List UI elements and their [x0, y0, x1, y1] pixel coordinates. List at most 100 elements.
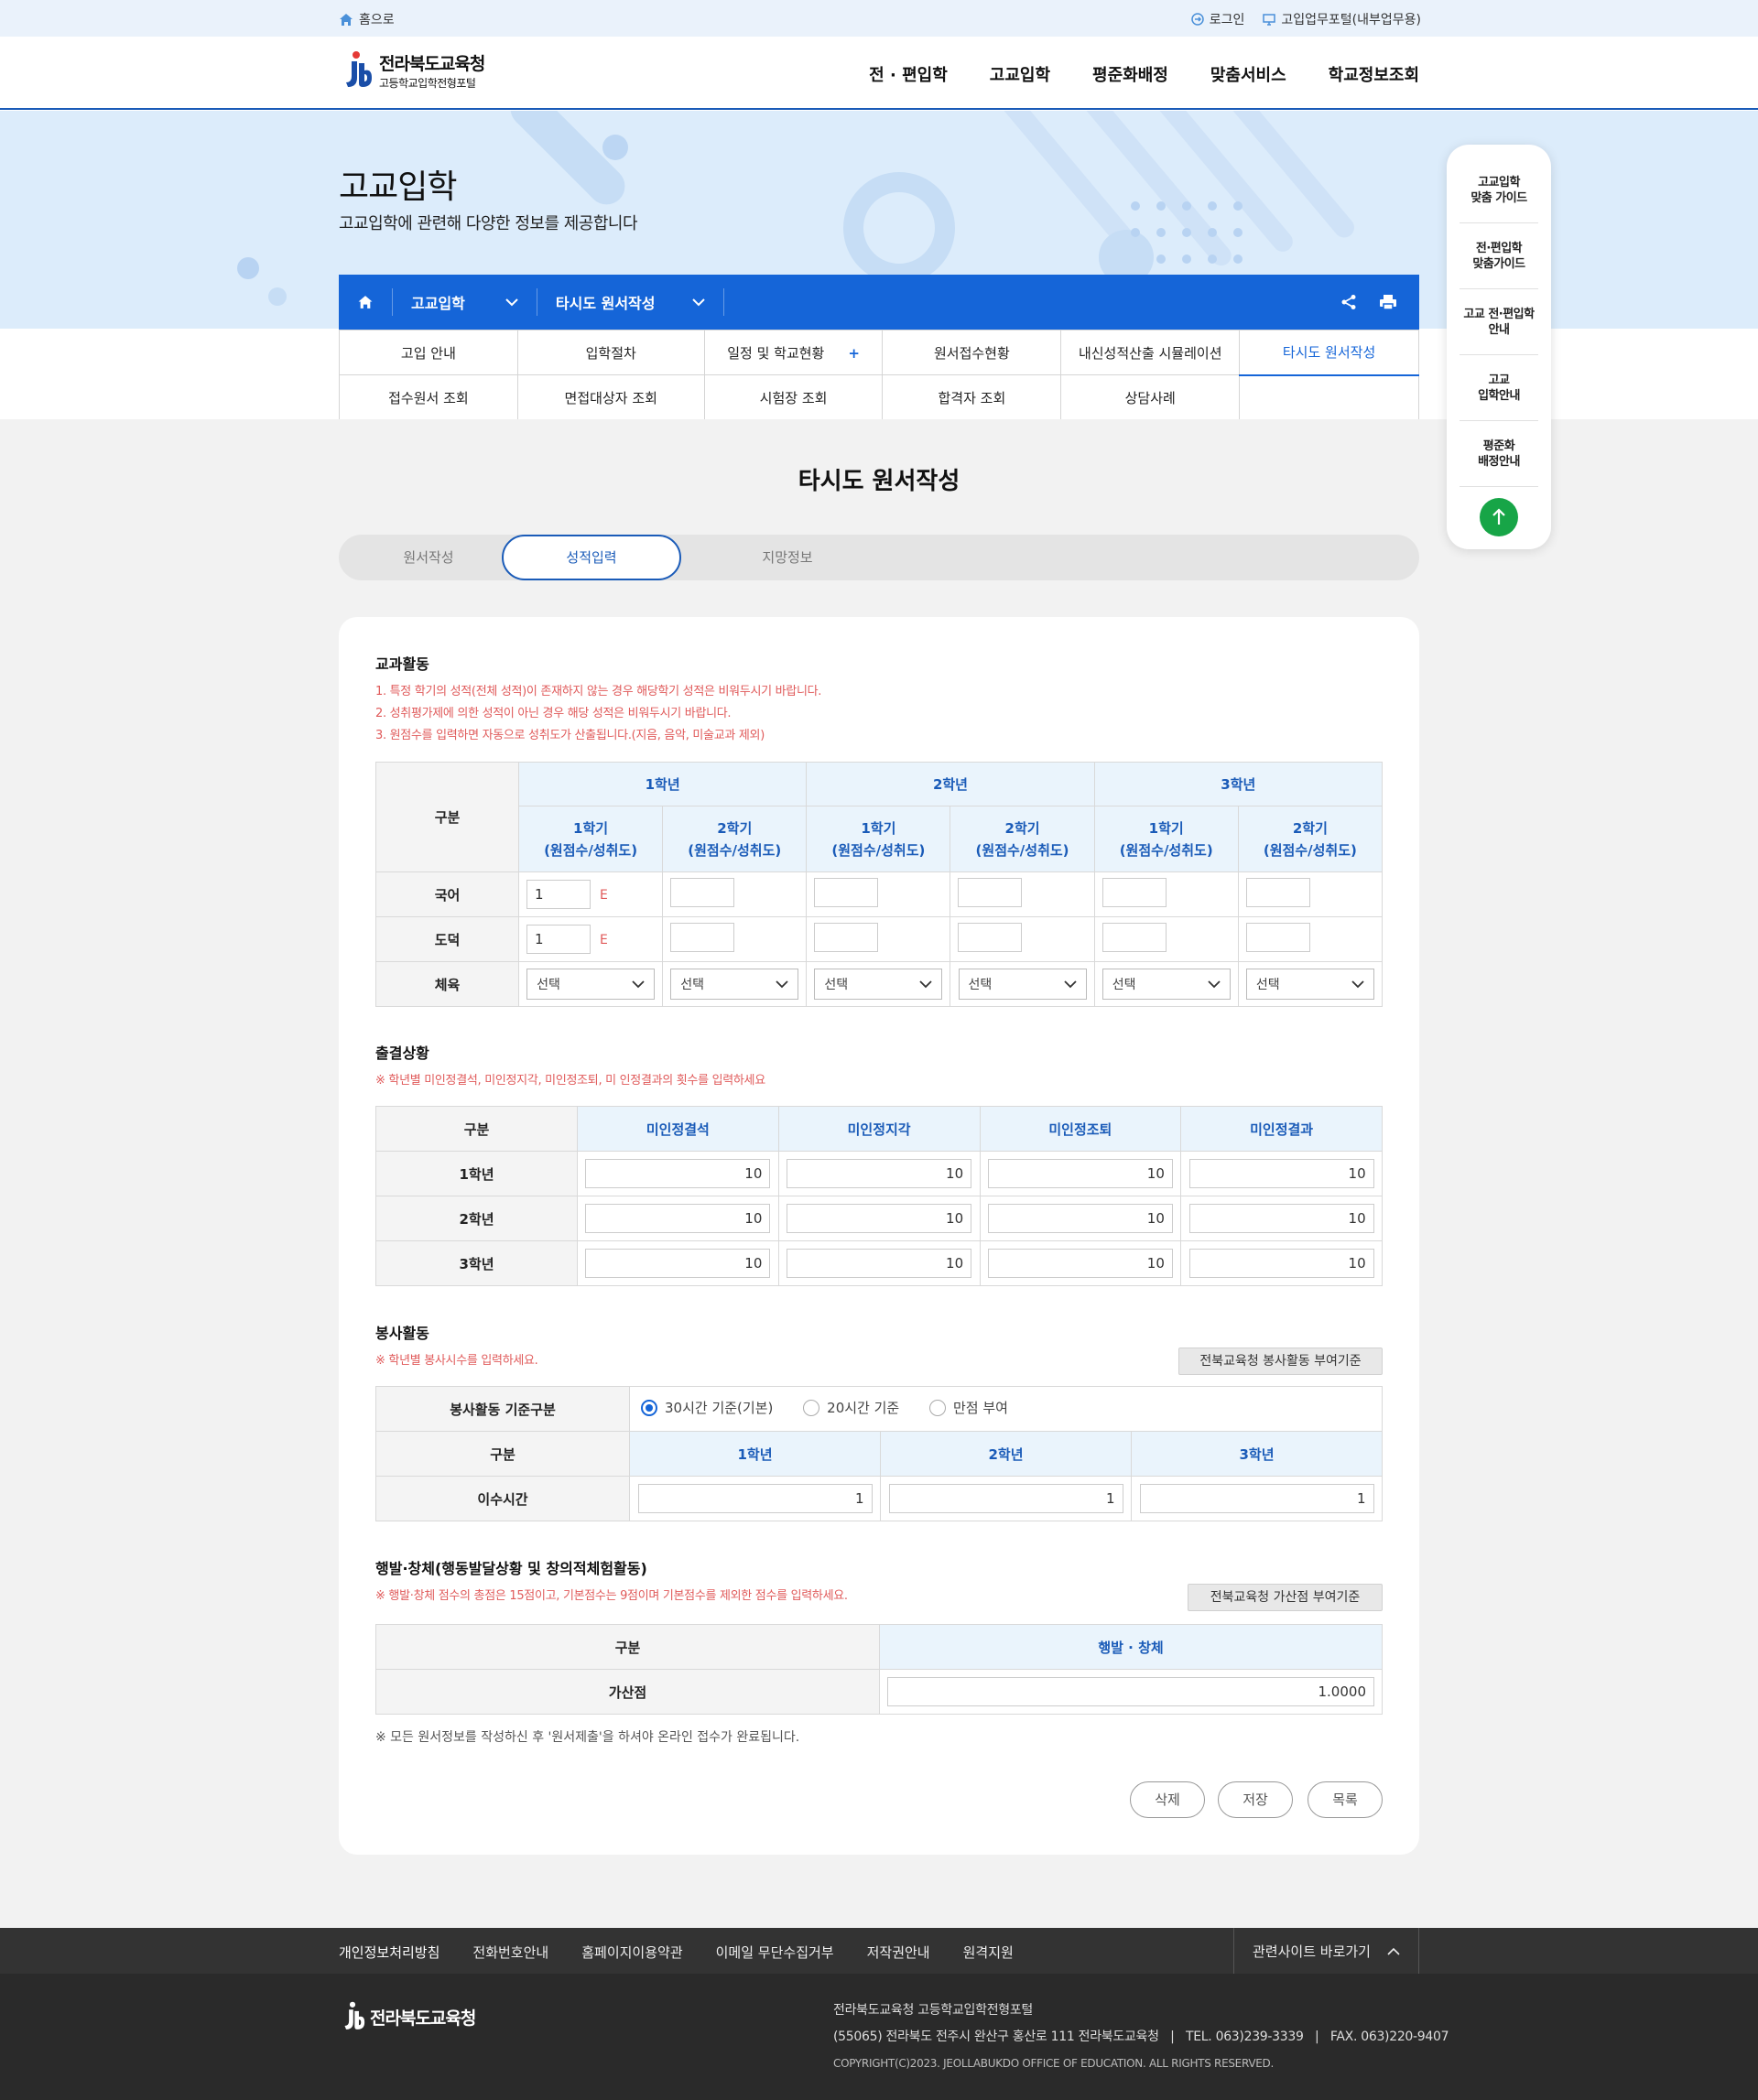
- step-grades[interactable]: 성적입력: [502, 535, 681, 580]
- location-depth2-dropdown[interactable]: 타시도 원서작성: [536, 288, 724, 316]
- radio-full-score[interactable]: 만점 부여: [929, 1398, 1008, 1417]
- gnb-item-assignment[interactable]: 평준화배정: [1092, 62, 1168, 86]
- subject-row-ethics: 도덕 1E: [375, 916, 1384, 962]
- location-depth1-dropdown[interactable]: 고교입학: [392, 288, 537, 316]
- attendance-input[interactable]: 10: [1188, 1159, 1374, 1188]
- footer-link-copyright[interactable]: 저작권안내: [867, 1943, 930, 1962]
- score-input[interactable]: [1101, 878, 1167, 907]
- achievement-select[interactable]: 선택: [670, 969, 799, 1000]
- attendance-input[interactable]: 10: [987, 1204, 1173, 1233]
- achievement-select[interactable]: 선택: [814, 969, 943, 1000]
- grade-1-header: 1학년: [517, 762, 808, 806]
- subnav-reception-status[interactable]: 원서접수현황: [882, 330, 1062, 375]
- volunteer-hours-input[interactable]: 1: [637, 1484, 873, 1513]
- bonus-score-input[interactable]: 1.0000: [887, 1677, 1374, 1706]
- score-input[interactable]: [1245, 923, 1310, 952]
- attendance-input[interactable]: 10: [787, 1204, 972, 1233]
- volunteer-hours-input[interactable]: 1: [1139, 1484, 1374, 1513]
- delete-button[interactable]: 삭제: [1130, 1781, 1205, 1818]
- attendance-col-label: 구분: [375, 1106, 578, 1152]
- related-sites-dropdown[interactable]: 관련사이트 바로가기: [1233, 1928, 1419, 1974]
- semester-header: 2학기 (원점수/성취도): [662, 806, 808, 872]
- gnb-item-admission[interactable]: 고교입학: [990, 62, 1050, 86]
- quick-transfer-info[interactable]: 고교 전·편입학 안내: [1460, 289, 1538, 355]
- radio-label: 만점 부여: [953, 1400, 1008, 1417]
- volunteer-row-label: 이수시간: [375, 1476, 630, 1521]
- volunteer-criteria-button[interactable]: 전북교육청 봉사활동 부여기준: [1178, 1348, 1383, 1375]
- subjects-note-2: 2. 성취평가제에 의한 성적이 아닌 경우 해당 성적은 비워두시기 바랍니다…: [375, 707, 732, 720]
- scroll-top-button[interactable]: [1480, 498, 1518, 536]
- volunteer-table: 봉사활동 기준구분 30시간 기준(기본) 20시간 기준 만점 부여 구분 1…: [375, 1386, 1383, 1521]
- volunteer-cell: 1: [629, 1476, 881, 1521]
- radio-unchecked-icon: [929, 1399, 946, 1416]
- portal-link[interactable]: 고입업무포털(내부업무용): [1263, 10, 1421, 28]
- subnav-guide[interactable]: 고입 안내: [339, 330, 518, 375]
- attendance-cell: 10: [1180, 1240, 1383, 1286]
- footer-link-phone[interactable]: 전화번호안내: [472, 1943, 548, 1962]
- subnav-interview-lookup[interactable]: 면접대상자 조회: [516, 374, 705, 420]
- achievement-select[interactable]: 선택: [1101, 969, 1231, 1000]
- subnav-other-province[interactable]: 타시도 원서작성: [1239, 330, 1419, 376]
- print-icon[interactable]: [1379, 294, 1397, 310]
- attendance-input[interactable]: 10: [585, 1249, 771, 1278]
- share-icon[interactable]: [1340, 294, 1357, 310]
- chevron-down-icon: [919, 980, 933, 988]
- list-button[interactable]: 목록: [1308, 1781, 1383, 1818]
- score-input[interactable]: [670, 923, 735, 952]
- subnav-procedure[interactable]: 입학절차: [516, 330, 705, 375]
- score-input[interactable]: [814, 878, 879, 907]
- attendance-header: 미인정결과: [1180, 1106, 1383, 1152]
- radio-20h[interactable]: 20시간 기준: [803, 1398, 899, 1417]
- attendance-input[interactable]: 10: [585, 1159, 771, 1188]
- achievement-select[interactable]: 선택: [958, 969, 1087, 1000]
- step-application[interactable]: 원서작성: [339, 535, 518, 580]
- footer-link-terms[interactable]: 홈페이지이용약관: [581, 1943, 682, 1962]
- select-cell: 선택: [1093, 961, 1239, 1007]
- home-link[interactable]: 홈으로: [339, 10, 395, 28]
- gnb-item-custom-service[interactable]: 맞춤서비스: [1210, 62, 1286, 86]
- site-logo[interactable]: 전라북도교육청 고등학교입학전형포털: [339, 50, 485, 91]
- subnav-exam-site-lookup[interactable]: 시험장 조회: [703, 374, 884, 420]
- quick-admission-info[interactable]: 고교 입학안내: [1460, 355, 1538, 421]
- attendance-input[interactable]: 10: [1188, 1204, 1374, 1233]
- attendance-header: 미인정조퇴: [979, 1106, 1182, 1152]
- gnb-item-school-info[interactable]: 학교정보조회: [1329, 62, 1419, 86]
- radio-30h[interactable]: 30시간 기준(기본): [641, 1398, 773, 1417]
- behavior-criteria-button[interactable]: 전북교육청 가산점 부여기준: [1188, 1584, 1383, 1611]
- subnav-simulation[interactable]: 내신성적산출 시뮬레이션: [1060, 330, 1241, 375]
- achievement-select[interactable]: 선택: [1245, 969, 1374, 1000]
- score-input[interactable]: [670, 878, 735, 907]
- quick-transfer-guide[interactable]: 전·편입학 맞춤가이드: [1460, 223, 1538, 289]
- score-input[interactable]: 1: [526, 880, 591, 909]
- footer-link-email[interactable]: 이메일 무단수집거부: [716, 1943, 834, 1962]
- subnav-result-lookup[interactable]: 합격자 조회: [882, 374, 1062, 420]
- subnav-schedule[interactable]: 일정 및 학교현황 +: [703, 330, 884, 375]
- achievement-select[interactable]: 선택: [526, 969, 656, 1000]
- attendance-input[interactable]: 10: [787, 1249, 972, 1278]
- score-input[interactable]: [1101, 923, 1167, 952]
- step-preference[interactable]: 지망정보: [698, 535, 877, 580]
- score-input[interactable]: 1: [526, 925, 591, 954]
- attendance-input[interactable]: 10: [787, 1159, 972, 1188]
- attendance-input[interactable]: 10: [1188, 1249, 1374, 1278]
- quick-assignment-info[interactable]: 평준화 배정안내: [1460, 421, 1538, 487]
- attendance-input[interactable]: 10: [987, 1159, 1173, 1188]
- score-input[interactable]: [1245, 878, 1310, 907]
- footer-link-privacy[interactable]: 개인정보처리방침: [339, 1943, 440, 1962]
- gnb-item-transfer[interactable]: 전 · 편입학: [869, 62, 948, 86]
- attendance-input[interactable]: 10: [987, 1249, 1173, 1278]
- location-home-button[interactable]: [339, 295, 392, 309]
- volunteer-hours-input[interactable]: 1: [888, 1484, 1123, 1513]
- score-input[interactable]: [958, 923, 1023, 952]
- login-link[interactable]: 로그인: [1191, 10, 1244, 28]
- subnav-application-lookup[interactable]: 접수원서 조회: [339, 374, 518, 420]
- score-input[interactable]: [814, 923, 879, 952]
- quick-admission-guide[interactable]: 고교입학 맞춤 가이드: [1460, 157, 1538, 223]
- score-input[interactable]: [958, 878, 1023, 907]
- subjects-note-1: 1. 특정 학기의 성적(전체 성적)이 존재하지 않는 경우 해당학기 성적은…: [375, 685, 822, 698]
- footer-link-remote[interactable]: 원격지원: [963, 1943, 1014, 1962]
- subnav-consulting[interactable]: 상담사례: [1060, 374, 1241, 420]
- attendance-input[interactable]: 10: [585, 1204, 771, 1233]
- save-button[interactable]: 저장: [1218, 1781, 1293, 1818]
- score-cell: [806, 916, 951, 962]
